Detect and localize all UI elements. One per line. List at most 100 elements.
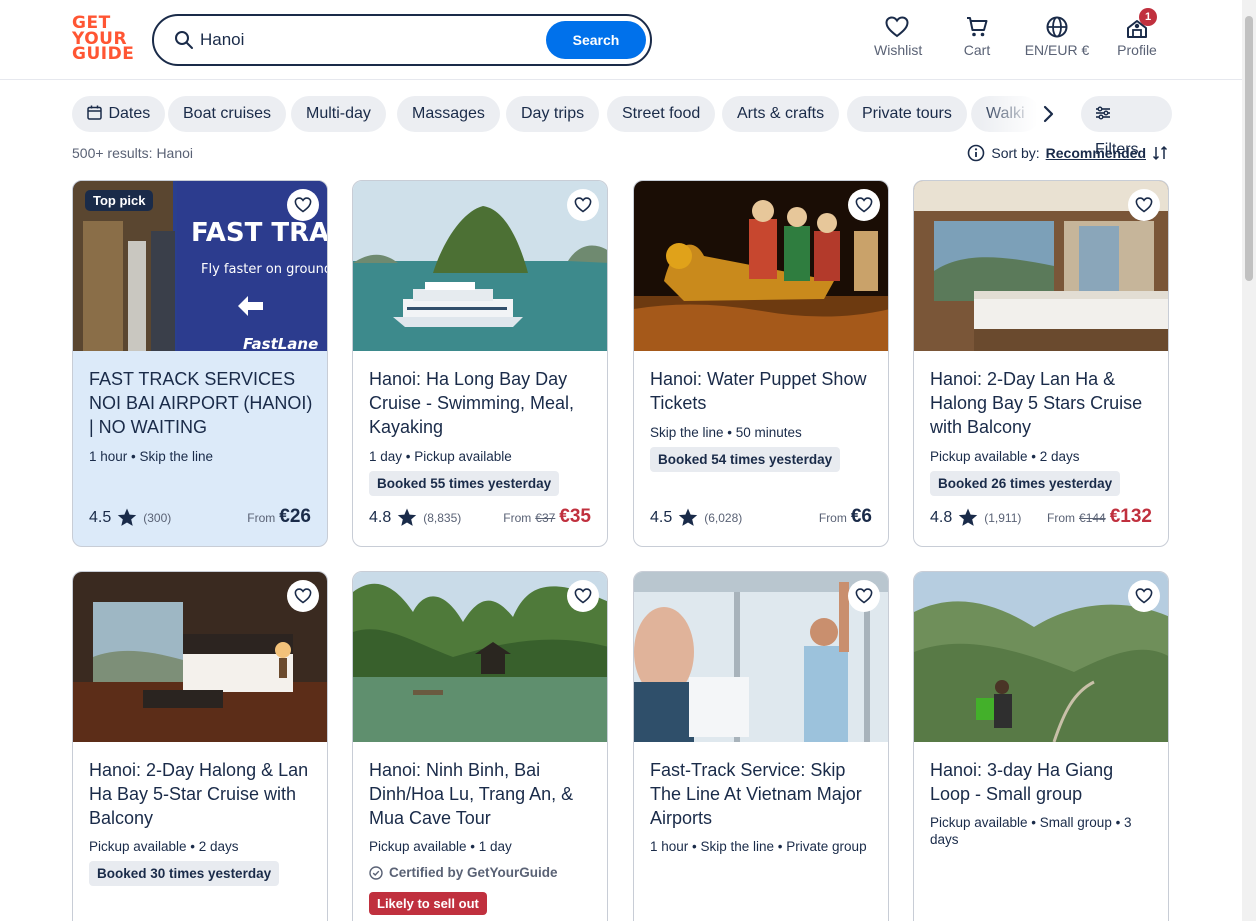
- activity-price: From €144 €132: [1047, 506, 1152, 528]
- nav-cart[interactable]: Cart: [962, 16, 992, 58]
- page-scrollbar[interactable]: [1242, 0, 1256, 921]
- wishlist-button[interactable]: [1128, 580, 1160, 612]
- search-button[interactable]: Search: [546, 21, 646, 59]
- heart-icon: [885, 16, 909, 38]
- activity-image: [634, 181, 888, 351]
- activity-card[interactable]: Hanoi: 2-Day Lan Ha & Halong Bay 5 Stars…: [913, 180, 1169, 547]
- star-icon: [118, 508, 137, 526]
- activity-price: From €26: [247, 506, 311, 528]
- wishlist-button[interactable]: [567, 580, 599, 612]
- chip-arts-crafts[interactable]: Arts & crafts: [722, 96, 840, 132]
- filters-button[interactable]: Filters: [1081, 96, 1172, 158]
- chip-label: Walki: [971, 96, 1040, 132]
- activity-image: [73, 572, 327, 742]
- chevron-right-icon[interactable]: [1036, 102, 1060, 126]
- activity-title[interactable]: Hanoi: 2-Day Lan Ha & Halong Bay 5 Stars…: [930, 367, 1158, 439]
- image-text: FastLane: [243, 335, 318, 351]
- review-count: (1,911): [984, 510, 1022, 525]
- nav-profile-label: Profile: [1117, 42, 1157, 58]
- heart-icon: [574, 588, 592, 604]
- heart-icon: [294, 588, 312, 604]
- star-icon: [398, 508, 417, 526]
- calendar-icon: [87, 105, 102, 120]
- activity-title[interactable]: Hanoi: Water Puppet Show Tickets: [650, 367, 878, 415]
- wishlist-button[interactable]: [287, 580, 319, 612]
- activity-card[interactable]: Hanoi: 3-day Ha Giang Loop - Small group…: [913, 571, 1169, 921]
- activity-image: FAST TRACK Fly faster on ground FastLane…: [73, 181, 328, 351]
- brand-logo[interactable]: GET YOUR GUIDE: [72, 15, 134, 64]
- sort-label: Sort by:: [991, 145, 1040, 161]
- chip-boat-cruises[interactable]: Boat cruises: [168, 96, 287, 132]
- rating-value: 4.8: [369, 508, 392, 526]
- review-count: (8,835): [423, 510, 462, 525]
- activity-card[interactable]: Hanoi: Water Puppet Show Tickets Skip th…: [633, 180, 889, 547]
- wishlist-button[interactable]: [848, 189, 880, 221]
- booked-badge: Booked 30 times yesterday: [89, 861, 280, 886]
- activity-title[interactable]: Fast-Track Service: Skip The Line At Vie…: [650, 758, 878, 830]
- activity-title[interactable]: FAST TRACK SERVICES NOI BAI AIRPORT (HAN…: [89, 367, 317, 439]
- booked-badge: Booked 26 times yesterday: [930, 471, 1121, 496]
- activity-image: [914, 572, 1168, 742]
- activity-meta: 1 day • Pickup available: [369, 449, 512, 464]
- sort-arrows-icon[interactable]: [1152, 145, 1168, 161]
- activity-title[interactable]: Hanoi: 2-Day Halong & Lan Ha Bay 5-Star …: [89, 758, 317, 830]
- nav-language[interactable]: EN/EUR €: [1024, 16, 1090, 58]
- activity-price: From €6: [819, 506, 872, 528]
- activity-meta: Pickup available • Small group • 3 days: [930, 815, 1132, 847]
- rating-value: 4.8: [930, 508, 953, 526]
- nav-wishlist[interactable]: Wishlist: [874, 16, 923, 58]
- heart-icon: [574, 197, 592, 213]
- certified-badge-icon: [369, 865, 383, 880]
- activity-card[interactable]: Hanoi: 2-Day Halong & Lan Ha Bay 5-Star …: [72, 571, 328, 921]
- sliders-icon: [1096, 106, 1110, 120]
- certified-text: Certified by GetYourGuide: [389, 865, 558, 880]
- price-original: €37: [535, 511, 556, 525]
- activity-price: From €37 €35: [503, 506, 591, 528]
- wishlist-button[interactable]: [1128, 189, 1160, 221]
- activity-card[interactable]: Hanoi: Ha Long Bay Day Cruise - Swimming…: [352, 180, 608, 547]
- info-icon[interactable]: [967, 144, 985, 162]
- nav-wishlist-label: Wishlist: [874, 42, 923, 58]
- star-icon: [679, 508, 698, 526]
- wishlist-button[interactable]: [567, 189, 599, 221]
- price-amount: €26: [279, 506, 311, 527]
- activity-card[interactable]: FAST TRACK Fly faster on ground FastLane…: [72, 180, 328, 547]
- cart-icon: [967, 17, 988, 37]
- chip-day-trips[interactable]: Day trips: [506, 96, 600, 132]
- chip-multi-day[interactable]: Multi-day: [291, 96, 386, 132]
- activity-image: [353, 181, 607, 351]
- activity-title[interactable]: Hanoi: Ninh Binh, Bai Dinh/Hoa Lu, Trang…: [369, 758, 597, 830]
- activity-card[interactable]: Fast-Track Service: Skip The Line At Vie…: [633, 571, 889, 921]
- globe-icon: [1046, 16, 1068, 38]
- activity-card[interactable]: Hanoi: Ninh Binh, Bai Dinh/Hoa Lu, Trang…: [352, 571, 608, 921]
- chip-label: Dates: [108, 105, 151, 122]
- nav-profile[interactable]: 1 Profile: [1117, 8, 1157, 58]
- activity-rating: 4.5 (300): [89, 508, 171, 527]
- activity-rating: 4.5 (6,028): [650, 508, 742, 527]
- wishlist-button[interactable]: [287, 189, 319, 221]
- chip-private-tours[interactable]: Private tours: [847, 96, 967, 132]
- search-input[interactable]: [200, 27, 530, 53]
- activity-rating: 4.8 (8,835): [369, 508, 461, 527]
- results-count: 500+ results: Hanoi: [72, 145, 194, 161]
- activity-image: [353, 572, 607, 742]
- wishlist-button[interactable]: [848, 580, 880, 612]
- heart-icon: [855, 588, 873, 604]
- chip-walking-partial[interactable]: Walki: [971, 96, 1045, 132]
- sort-control[interactable]: Sort by: Recommended: [967, 144, 1168, 162]
- activity-title[interactable]: Hanoi: Ha Long Bay Day Cruise - Swimming…: [369, 367, 597, 439]
- site-header: GET YOUR GUIDE Search Wishlist Cart EN/E…: [0, 0, 1242, 80]
- heart-icon: [1135, 588, 1153, 604]
- booked-badge: Booked 54 times yesterday: [650, 447, 841, 472]
- activity-title[interactable]: Hanoi: 3-day Ha Giang Loop - Small group: [930, 758, 1158, 806]
- sort-value[interactable]: Recommended: [1046, 145, 1146, 161]
- chip-dates[interactable]: Dates: [72, 96, 166, 132]
- top-pick-badge: Top pick: [85, 190, 154, 211]
- scrollbar-thumb[interactable]: [1245, 16, 1253, 281]
- certified-label: Certified by GetYourGuide: [369, 865, 558, 880]
- chip-street-food[interactable]: Street food: [607, 96, 716, 132]
- chip-massages[interactable]: Massages: [397, 96, 500, 132]
- price-from-label: From: [818, 511, 847, 525]
- activity-meta: Pickup available • 2 days: [930, 449, 1080, 464]
- image-text: Fly faster on ground: [201, 262, 328, 277]
